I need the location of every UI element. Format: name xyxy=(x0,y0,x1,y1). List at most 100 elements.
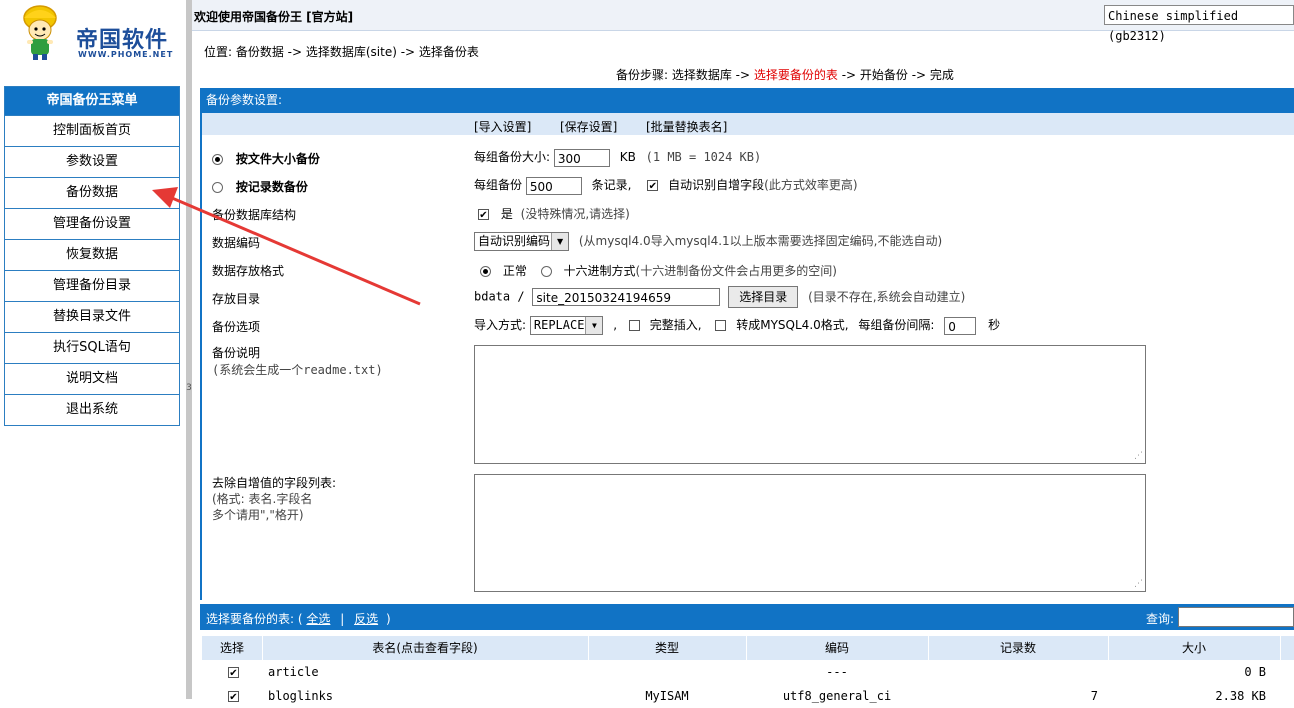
logo-url: WWW.PHOME.NET xyxy=(78,50,174,59)
row-encoding: --- xyxy=(826,665,848,679)
encoding-controls: 自动识别编码 ▼ (从mysql4.0导入mysql4.1以上版本需要选择固定编码… xyxy=(474,232,942,251)
structure-option: 是 xyxy=(500,207,513,221)
by-size-unit: KB xyxy=(619,150,636,164)
top-bar: 欢迎使用帝国备份王 [官方站] Chinese simplified (gb23… xyxy=(192,0,1294,43)
remove-fields-note1: (格式: 表名.字段名 xyxy=(212,492,313,506)
import-settings-link[interactable]: [导入设置] xyxy=(474,118,531,135)
full-insert-checkbox[interactable] xyxy=(628,320,640,331)
row-checkbox[interactable]: ✔ xyxy=(228,667,239,679)
mysql40-label: 转成MYSQL4.0格式, xyxy=(736,318,849,332)
options-label: 备份选项 xyxy=(212,320,261,334)
format-controls: 正常 十六进制方式(十六进制备份文件会占用更多的空间) xyxy=(480,262,837,279)
col-size: 大小 xyxy=(1108,636,1281,660)
col-encoding: 编码 xyxy=(746,636,929,660)
backup-steps: 备份步骤: 选择数据库 -> 选择要备份的表 -> 开始备份 -> 完成 xyxy=(616,66,954,83)
col-records: 记录数 xyxy=(928,636,1109,660)
select-all-link[interactable]: 全选 xyxy=(306,612,330,626)
directory-note: (目录不存在,系统会自动建立) xyxy=(808,289,966,304)
by-records-row-label: 按记录数备份 xyxy=(212,178,308,195)
by-size-prefix: 每组备份大小: xyxy=(474,150,551,164)
format-normal-radio[interactable] xyxy=(480,266,491,277)
tables-title-row: 选择要备份的表: ( 全选 | 反选 ) xyxy=(206,610,391,627)
remove-fields-label: 去除自增值的字段列表: xyxy=(212,476,337,490)
directory-controls: bdata / site_20150324194659 选择目录 (目录不存在,… xyxy=(474,286,965,308)
invert-selection-link[interactable]: 反选 xyxy=(354,612,378,626)
tables-close: ) xyxy=(385,612,391,626)
row-records xyxy=(928,660,1098,684)
by-size-controls: 每组备份大小: 300 KB (1 MB = 1024 KB) xyxy=(474,148,761,167)
tables-header: 选择 表名(点击查看字段) 类型 编码 记录数 大小 xyxy=(202,636,1294,660)
by-records-prefix: 每组备份 xyxy=(474,178,523,192)
table-row: ✔ bloglinks MyISAM utf8_general_ci 7 2.3… xyxy=(202,684,1294,708)
remove-fields-textarea[interactable]: ⋰ xyxy=(474,474,1146,592)
steps-suffix: -> 开始备份 -> 完成 xyxy=(837,68,954,82)
save-settings-link[interactable]: [保存设置] xyxy=(560,118,617,135)
menu-item-backup[interactable]: 备份数据 xyxy=(5,177,179,208)
choose-directory-button[interactable]: 选择目录 xyxy=(728,286,799,308)
menu-item-docs[interactable]: 说明文档 xyxy=(5,363,179,394)
row-type xyxy=(588,660,746,684)
row-checkbox[interactable]: ✔ xyxy=(228,691,239,703)
panel-links: [导入设置] [保存设置] [批量替换表名] xyxy=(202,113,1294,135)
row-table-name[interactable]: bloglinks xyxy=(268,684,333,708)
row-size: 2.38 KB xyxy=(1215,689,1266,703)
readme-textarea[interactable]: ⋰ xyxy=(474,345,1146,464)
auto-increment-checkbox[interactable]: ✔ xyxy=(647,180,659,192)
readme-label: 备份说明 xyxy=(212,346,261,360)
by-size-row-label: 按文件大小备份 xyxy=(212,150,320,167)
encoding-note: (从mysql4.0导入mysql4.1以上版本需要选择固定编码,不能选自动) xyxy=(578,234,943,248)
import-mode-select[interactable]: REPLACE ▼ xyxy=(529,316,604,335)
menu-item-logout[interactable]: 退出系统 xyxy=(5,394,179,425)
by-records-radio[interactable] xyxy=(212,182,223,193)
interval-input[interactable]: 0 xyxy=(944,316,977,335)
menu-item-restore[interactable]: 恢复数据 xyxy=(5,239,179,270)
query-input[interactable] xyxy=(1178,607,1294,627)
row-records: 7 xyxy=(1090,689,1098,703)
by-size-radio[interactable] xyxy=(212,154,223,165)
mysql40-checkbox[interactable] xyxy=(715,320,727,331)
menu-item-manage-backup-dir[interactable]: 管理备份目录 xyxy=(5,270,179,301)
readme-note: (系统会生成一个readme.txt) xyxy=(212,363,383,377)
group-records-input[interactable]: 500 xyxy=(525,176,582,195)
menu-item-manage-backup-settings[interactable]: 管理备份设置 xyxy=(5,208,179,239)
mascot-icon xyxy=(23,5,57,60)
menu-item-settings[interactable]: 参数设置 xyxy=(5,146,179,177)
menu-item-execute-sql[interactable]: 执行SQL语句 xyxy=(5,332,179,363)
format-normal-label: 正常 xyxy=(502,264,527,278)
welcome-text: 欢迎使用帝国备份王 [官方站] xyxy=(194,10,354,24)
row-table-name[interactable]: article xyxy=(268,660,319,684)
structure-label: 备份数据库结构 xyxy=(212,208,297,222)
language-select[interactable]: Chinese simplified (gb2312) xyxy=(1104,5,1294,43)
encoding-select[interactable]: 自动识别编码 ▼ xyxy=(474,232,570,251)
resize-grip-icon: ⋰ xyxy=(1134,579,1143,589)
panel-title: 备份参数设置: xyxy=(202,88,1294,113)
format-label: 数据存放格式 xyxy=(212,264,285,278)
format-hex-radio[interactable] xyxy=(540,266,552,277)
auto-increment-note: (此方式效率更高) xyxy=(764,178,858,192)
group-size-input[interactable]: 300 xyxy=(553,148,610,167)
structure-controls: ✔ 是 (没特殊情况,请选择) xyxy=(478,205,630,222)
main-menu: 帝国备份王菜单 控制面板首页 参数设置 备份数据 管理备份设置 恢复数据 管理备… xyxy=(4,86,180,426)
backup-settings-panel: 备份参数设置: [导入设置] [保存设置] [批量替换表名] 按文件大小备份 每… xyxy=(200,88,1294,600)
tables-bar: 选择要备份的表: ( 全选 | 反选 ) 查询: xyxy=(200,604,1294,630)
import-mode-value: REPLACE xyxy=(533,318,585,332)
menu-item-dashboard[interactable]: 控制面板首页 xyxy=(5,115,179,146)
steps-prefix: 备份步骤: 选择数据库 -> xyxy=(616,68,754,82)
directory-input[interactable]: site_20150324194659 xyxy=(532,288,721,306)
structure-checkbox[interactable]: ✔ xyxy=(478,209,489,221)
batch-rename-link[interactable]: [批量替换表名] xyxy=(646,118,727,135)
menu-item-replace-dir-files[interactable]: 替换目录文件 xyxy=(5,301,179,332)
by-size-label: 按文件大小备份 xyxy=(235,152,320,166)
format-hex-label: 十六进制方式 xyxy=(563,264,636,278)
row-type: MyISAM xyxy=(645,689,689,703)
full-insert-label: 完整插入, xyxy=(649,318,702,332)
query-label: 查询: xyxy=(1145,612,1174,626)
tables-title: 选择要备份的表: ( xyxy=(206,612,303,626)
left-frame: 帝国软件 WWW.PHOME.NET 帝国备份王菜单 控制面板首页 参数设置 备… xyxy=(0,0,186,699)
right-frame: 欢迎使用帝国备份王 [官方站] Chinese simplified (gb23… xyxy=(192,0,1294,703)
chevron-down-icon: ▼ xyxy=(585,317,603,334)
resize-grip-icon: ⋰ xyxy=(1134,451,1143,461)
table-row: ✔ article --- 0 B xyxy=(202,660,1294,684)
col-type: 类型 xyxy=(588,636,747,660)
logo[interactable]: 帝国软件 WWW.PHOME.NET xyxy=(18,4,172,66)
